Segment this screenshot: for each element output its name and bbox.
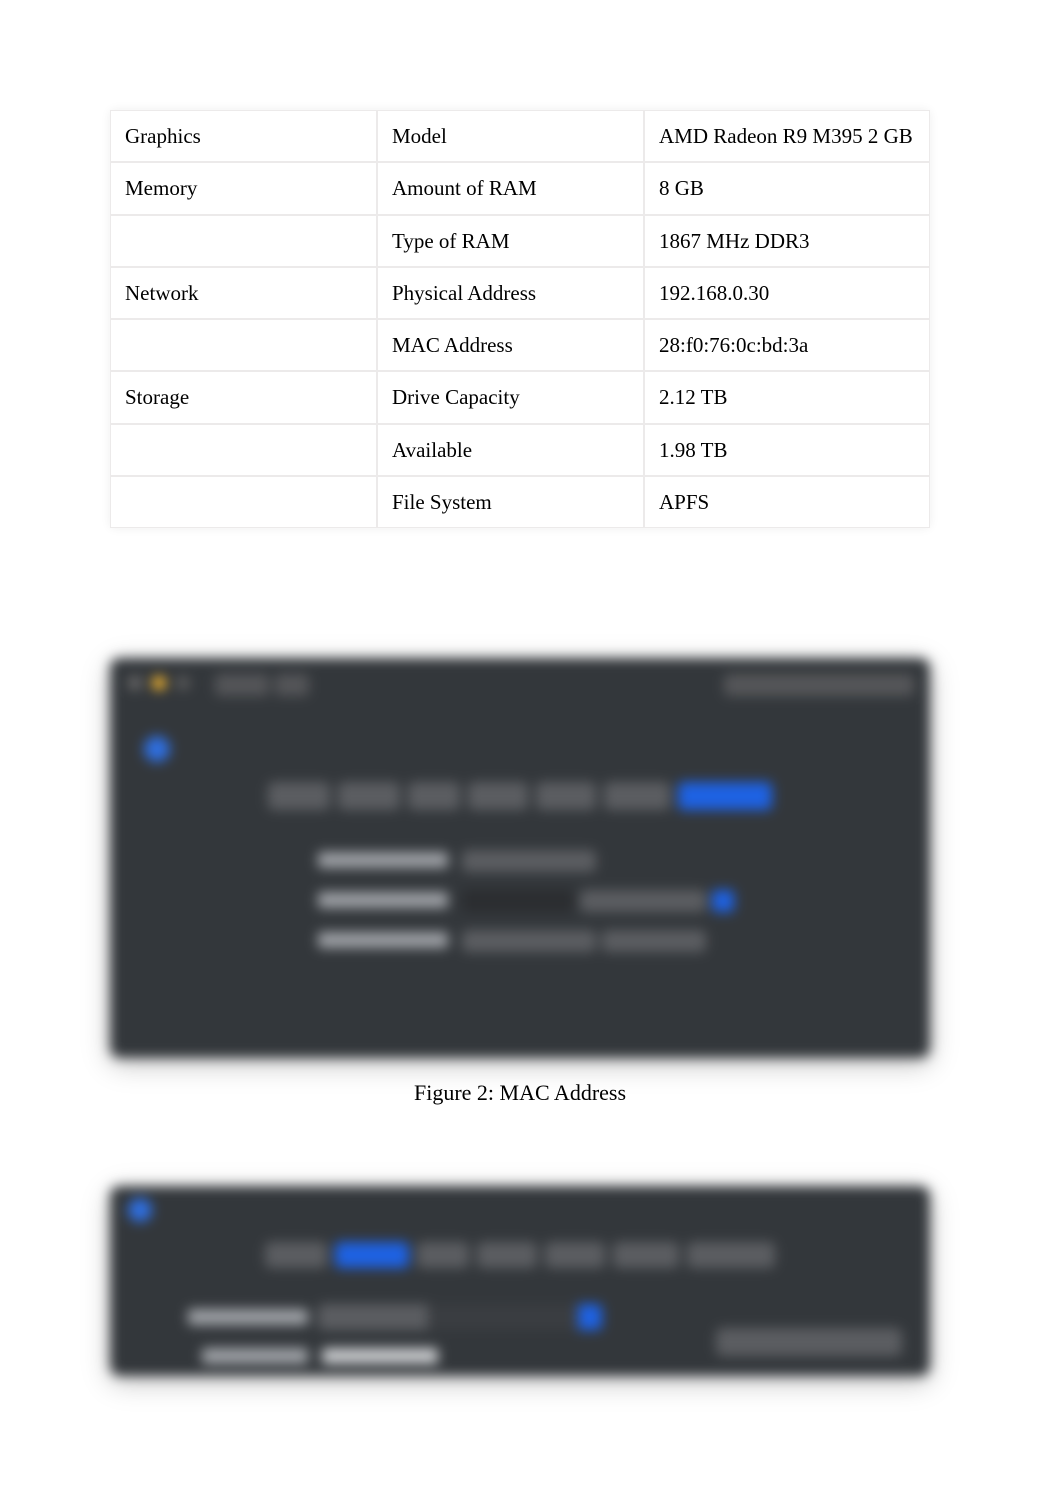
table-row: File System APFS <box>110 476 930 528</box>
tab <box>268 782 330 810</box>
kv-value-ext <box>602 930 706 952</box>
kv-value <box>462 930 596 952</box>
tab <box>613 1242 679 1268</box>
configure-label <box>188 1309 308 1325</box>
dropdown <box>462 890 574 912</box>
figure-mac-address: Figure 2: MAC Address <box>110 658 930 1106</box>
cell-label: File System <box>377 476 644 528</box>
tab <box>604 782 670 810</box>
cell-label: Drive Capacity <box>377 371 644 423</box>
cell-category <box>110 476 377 528</box>
table-row: MAC Address 28:f0:76:0c:bd:3a <box>110 319 930 371</box>
tab <box>408 782 460 810</box>
dropdown-ext <box>428 1304 578 1330</box>
cell-label: Model <box>377 110 644 162</box>
tab <box>477 1242 537 1268</box>
ip-address-value <box>322 1348 438 1364</box>
table-row: Network Physical Address 192.168.0.30 <box>110 267 930 319</box>
window-controls <box>128 676 190 690</box>
configure-dropdown <box>318 1304 602 1330</box>
kv-value <box>462 850 596 872</box>
tabs-row <box>138 782 902 810</box>
cell-category <box>110 215 377 267</box>
back-button <box>215 674 269 696</box>
chevron-down-icon <box>712 890 734 912</box>
cell-value: 1.98 TB <box>644 424 930 476</box>
ip-address-label <box>202 1348 308 1364</box>
cell-category: Memory <box>110 162 377 214</box>
wifi-icon <box>128 1198 152 1222</box>
cell-category: Storage <box>110 371 377 423</box>
cell-label: Physical Address <box>377 267 644 319</box>
titlebar <box>110 658 930 712</box>
minimize-icon <box>152 676 166 690</box>
cell-label: Amount of RAM <box>377 162 644 214</box>
table-row: Graphics Model AMD Radeon R9 M395 2 GB <box>110 110 930 162</box>
table-row: Type of RAM 1867 MHz DDR3 <box>110 215 930 267</box>
table-row: Memory Amount of RAM 8 GB <box>110 162 930 214</box>
cell-value: AMD Radeon R9 M395 2 GB <box>644 110 930 162</box>
cell-category: Graphics <box>110 110 377 162</box>
table-row: Available 1.98 TB <box>110 424 930 476</box>
cell-value: APFS <box>644 476 930 528</box>
figure-tcp-ip <box>110 1186 930 1376</box>
dropdown-value <box>318 1304 428 1330</box>
close-icon <box>128 676 142 690</box>
cell-value: 8 GB <box>644 162 930 214</box>
chevron-down-icon <box>578 1304 602 1330</box>
network-tcpip-window <box>110 1186 930 1376</box>
tab-tcpip-selected <box>335 1242 409 1268</box>
kv-label <box>318 932 448 948</box>
tab <box>545 1242 605 1268</box>
tab <box>468 782 528 810</box>
tab <box>338 782 400 810</box>
cell-label: MAC Address <box>377 319 644 371</box>
system-info-table: Graphics Model AMD Radeon R9 M395 2 GB M… <box>110 110 930 528</box>
cell-label: Type of RAM <box>377 215 644 267</box>
zoom-icon <box>176 676 190 690</box>
cell-value: 192.168.0.30 <box>644 267 930 319</box>
network-settings-window <box>110 658 930 1058</box>
nav-back-forward <box>215 674 309 696</box>
cell-category: Network <box>110 267 377 319</box>
kv-label <box>318 852 448 868</box>
dropdown-ext <box>580 890 706 912</box>
table-row: Storage Drive Capacity 2.12 TB <box>110 371 930 423</box>
tab <box>536 782 596 810</box>
tabs-row <box>110 1242 930 1268</box>
tab <box>687 1242 775 1268</box>
renew-dhcp-button <box>716 1328 902 1356</box>
tab <box>265 1242 327 1268</box>
figure-caption: Figure 2: MAC Address <box>110 1080 930 1106</box>
cell-label: Available <box>377 424 644 476</box>
cell-category <box>110 319 377 371</box>
cell-value: 2.12 TB <box>644 371 930 423</box>
tab-hardware-selected <box>678 782 772 810</box>
cell-category <box>110 424 377 476</box>
tab <box>417 1242 469 1268</box>
grid-button <box>275 674 309 696</box>
wifi-icon <box>144 736 170 762</box>
help-button <box>724 674 914 696</box>
cell-value: 1867 MHz DDR3 <box>644 215 930 267</box>
kv-label <box>318 892 448 908</box>
cell-value: 28:f0:76:0c:bd:3a <box>644 319 930 371</box>
